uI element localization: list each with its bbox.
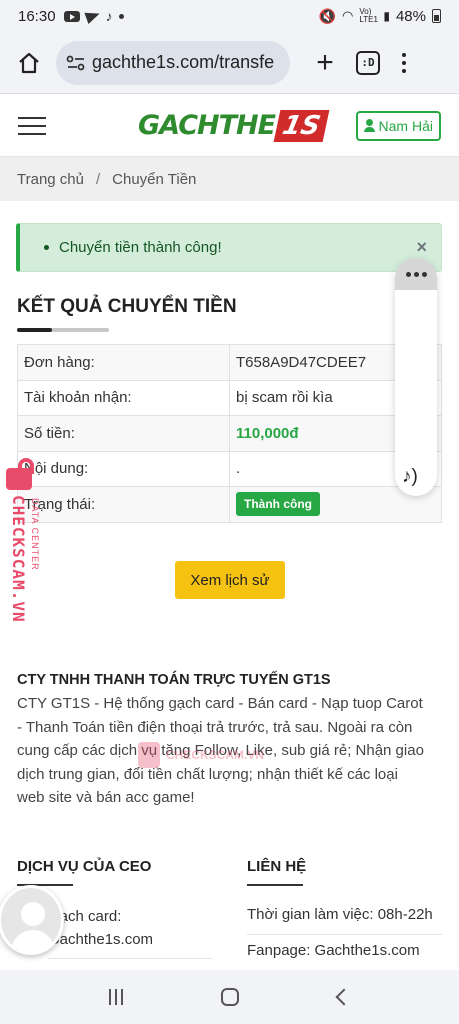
logo-badge: 1S: [273, 109, 330, 142]
watermark-lock-icon: [6, 458, 36, 490]
wifi-icon: ◠: [342, 8, 354, 23]
watermark-center: CHECKSCAM.VN: [138, 742, 264, 768]
breadcrumb-home-link[interactable]: Trang chủ: [17, 171, 84, 188]
recent-apps-icon[interactable]: [109, 989, 124, 1005]
services-title: DỊCH VỤ CỦA CEO: [17, 858, 152, 886]
table-row: Đơn hàng: T658A9D47CDEE7: [17, 344, 442, 381]
url-text: gachthe1s.com/transfe: [92, 52, 275, 72]
table-row: Tài khoản nhận: bị scam rồi kìa: [17, 379, 442, 416]
table-row: Nội dung: .: [17, 450, 442, 487]
tab-switcher-button[interactable]: :D: [356, 50, 380, 75]
new-tab-button[interactable]: +: [308, 46, 342, 80]
tiktok-icon: ♪: [105, 8, 113, 24]
network-label: Vo) LTE1: [359, 7, 378, 24]
breadcrumb: Trang chủ / Chuyển Tiền: [0, 157, 459, 201]
user-account-button[interactable]: Nam Hải: [355, 110, 441, 141]
row-label: Nội dung:: [17, 450, 230, 487]
user-icon: [363, 119, 375, 132]
floating-tool-panel[interactable]: ♪): [395, 258, 437, 496]
telegram-icon: [83, 7, 102, 25]
mute-icon: 🔇: [318, 7, 337, 24]
contact-fanpage[interactable]: Fanpage: Gachthe1s.com: [247, 942, 420, 959]
alert-message: Chuyển tiền thành công!: [59, 239, 222, 256]
notification-icons: ♪: [63, 7, 124, 25]
hamburger-menu-icon[interactable]: [18, 116, 46, 135]
status-right: 🔇 ◠ Vo) LTE1 ▮ 48%: [319, 8, 441, 25]
floating-chat-avatar[interactable]: [0, 885, 64, 955]
battery-icon: [432, 9, 441, 23]
back-icon[interactable]: [335, 988, 353, 1006]
close-icon[interactable]: ×: [416, 237, 427, 258]
row-label: Số tiền:: [17, 415, 230, 452]
status-badge: Thành công: [236, 492, 320, 517]
company-title: CTY TNHH THANH TOÁN TRỰC TUYẾN GT1S: [17, 672, 331, 688]
site-header: GACHTHE 1S Nam Hải: [0, 95, 459, 157]
row-label: Trạng thái:: [17, 486, 230, 523]
address-bar[interactable]: gachthe1s.com/transfe: [56, 40, 290, 85]
divider: [48, 958, 212, 959]
watermark-center-text: CHECKSCAM.VN: [166, 748, 265, 762]
success-alert: Chuyển tiền thành công! ×: [16, 223, 442, 272]
amount-value: 110,000đ: [236, 424, 299, 442]
site-logo[interactable]: GACHTHE 1S: [138, 108, 330, 144]
watermark-text: CHECKSCAM.VN: [9, 495, 28, 623]
result-title: KẾT QUẢ CHUYỂN TIỀN: [17, 296, 237, 317]
system-navigation-bar: [0, 970, 459, 1024]
divider: [247, 934, 442, 935]
breadcrumb-separator: /: [95, 170, 101, 188]
services-item-line2: Gachthe1s.com: [48, 931, 154, 948]
status-time: 16:30: [18, 7, 56, 25]
contact-hours: Thời gian làm việc: 08h-22h: [247, 906, 433, 923]
signal-icon: ▮: [383, 9, 390, 23]
bullet-icon: [44, 245, 49, 250]
contact-title: LIÊN HỆ: [247, 858, 307, 886]
browser-menu-button[interactable]: [402, 52, 406, 73]
title-underline: [17, 328, 109, 332]
result-table: Đơn hàng: T658A9D47CDEE7 Tài khoản nhận:…: [17, 344, 442, 523]
services-item[interactable]: Gạch card: Gachthe1s.com: [48, 905, 153, 951]
battery-text: 48%: [395, 7, 426, 25]
more-notifications-dot-icon: [118, 13, 124, 19]
home-icon: [19, 52, 39, 73]
status-bar: 16:30 ♪ 🔇 ◠ Vo) LTE1 ▮ 48%: [0, 0, 459, 32]
logo-text: GACHTHE: [138, 110, 276, 141]
browser-toolbar: gachthe1s.com/transfe + :D: [0, 32, 459, 94]
view-history-button[interactable]: Xem lịch sử: [175, 561, 285, 599]
row-label: Tài khoản nhận:: [17, 379, 230, 416]
home-nav-icon[interactable]: [221, 988, 240, 1006]
youtube-icon: [63, 10, 80, 22]
table-row: Số tiền: 110,000đ: [17, 415, 442, 452]
user-name: Nam Hải: [378, 117, 433, 134]
watermark-lock-icon: [138, 742, 160, 768]
site-settings-icon: [66, 55, 85, 70]
table-row: Trạng thái: Thành công: [17, 486, 442, 523]
text-to-speech-icon[interactable]: ♪): [402, 466, 418, 488]
watermark-subtext: DATA CENTER: [30, 498, 40, 571]
row-label: Đơn hàng:: [17, 344, 230, 381]
browser-home-button[interactable]: [10, 44, 48, 82]
breadcrumb-current: Chuyển Tiền: [112, 170, 197, 188]
